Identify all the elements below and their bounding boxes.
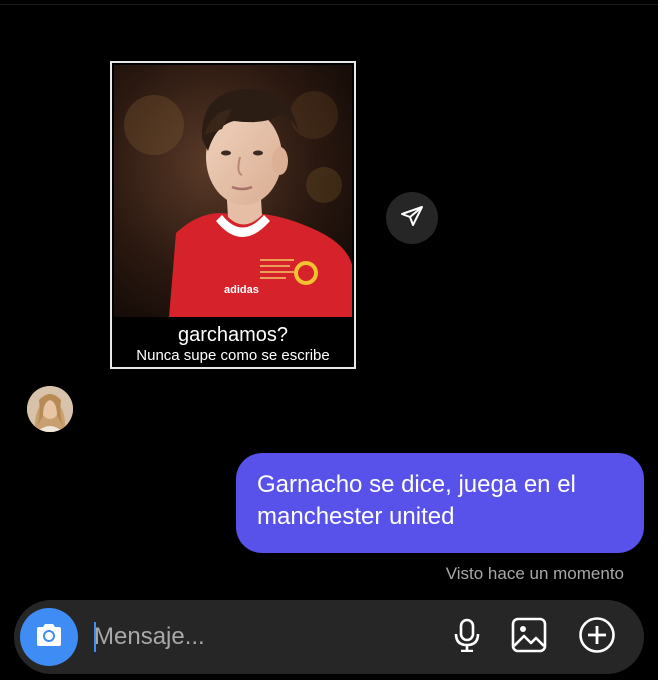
camera-icon (34, 622, 64, 653)
message-composer (14, 600, 644, 674)
outgoing-message-bubble[interactable]: Garnacho se dice, juega en el manchester… (236, 453, 644, 553)
seen-status: Visto hace un momento (445, 564, 624, 583)
microphone-icon (453, 618, 481, 657)
top-divider (0, 4, 658, 5)
gallery-button[interactable] (510, 617, 548, 658)
post-image: adidas (114, 65, 352, 317)
post-caption-title: garchamos? (177, 324, 289, 346)
post-caption: garchamos? Nunca supe como se escribe (112, 319, 354, 365)
sender-avatar[interactable] (27, 386, 73, 432)
share-post-button[interactable] (386, 192, 438, 244)
more-options-button[interactable] (578, 616, 616, 659)
post-caption-subtitle: Nunca supe como se escribe (136, 347, 330, 364)
message-input[interactable] (94, 617, 394, 657)
gallery-icon (511, 617, 547, 658)
plus-circle-icon (578, 616, 616, 659)
share-send-icon (400, 204, 424, 233)
microphone-button[interactable] (448, 618, 486, 656)
jersey-sponsor-text: adidas (224, 284, 259, 296)
camera-button[interactable] (20, 608, 78, 666)
shared-post-card[interactable]: adidas garchamos? Nunca supe como se esc… (110, 61, 356, 369)
